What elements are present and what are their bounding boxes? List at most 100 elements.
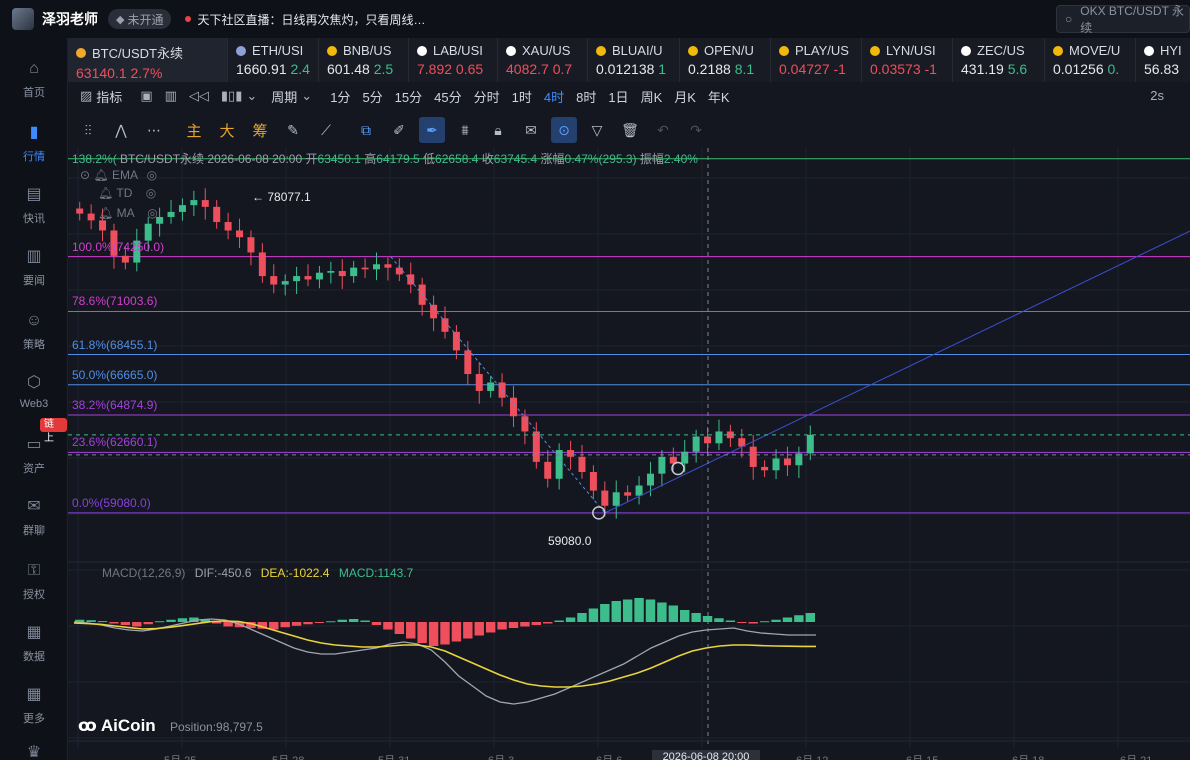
eye-icon[interactable]: ◎: [146, 186, 156, 200]
timeframe-1日[interactable]: 1日: [608, 87, 628, 106]
period-dropdown[interactable]: 周期: [271, 87, 297, 106]
macd-bar: [725, 620, 736, 622]
chart-canvas[interactable]: [68, 148, 1190, 760]
ticker-tab[interactable]: XAU/US 4082.7 0.7: [498, 38, 588, 82]
timeframe-45分[interactable]: 45分: [434, 87, 461, 106]
macd-bar: [748, 622, 758, 624]
sidebar-item-6[interactable]: ▭ 资产: [0, 428, 68, 484]
timeframe-4时[interactable]: 4时: [544, 87, 564, 106]
macd-bar: [645, 599, 656, 622]
screenshot-icon[interactable]: ▣: [140, 88, 152, 104]
macd-bar: [759, 621, 770, 623]
sidebar-item-5[interactable]: ⬡ Web3: [0, 366, 68, 422]
avatar[interactable]: [12, 8, 34, 30]
sidebar-item-11[interactable]: ♛VIP: [0, 736, 68, 760]
ticker-tab[interactable]: BLUAI/U 0.012138 1: [588, 38, 680, 82]
timeframe-月K[interactable]: 月K: [674, 87, 696, 106]
indicator-ma[interactable]: 🔔︎ MA ◎: [98, 206, 158, 220]
user-name[interactable]: 泽羽老师: [42, 9, 98, 29]
ticker-tab[interactable]: MOVE/U 0.01256 0.: [1045, 38, 1136, 82]
ticker-tab[interactable]: BTC/USDT永续 63140.1 2.7%: [68, 38, 228, 82]
ticker-tab[interactable]: HYI 56.83: [1136, 38, 1190, 82]
candle-type-icon[interactable]: ▮▯▮: [221, 88, 242, 104]
eye-icon[interactable]: ◎: [147, 168, 157, 182]
edit-indicator-icon[interactable]: ✎: [280, 117, 306, 143]
sidebar-item-7[interactable]: ✉ 群聊: [0, 490, 68, 546]
ticker-tab[interactable]: LAB/USI 7.892 0.65: [409, 38, 498, 82]
macd-bar: [120, 622, 131, 625]
sidebar-item-1[interactable]: ▮ 行情: [0, 116, 68, 172]
magnet-icon[interactable]: ⊙: [551, 117, 577, 143]
live-broadcast-text[interactable]: 天下社区直播：日线再次焦灼，只看周线…: [197, 11, 425, 28]
indicator-button[interactable]: 指标: [96, 87, 122, 106]
timeframe-5分[interactable]: 5分: [362, 87, 382, 106]
main-button[interactable]: 主: [181, 117, 207, 143]
timeframe-周K[interactable]: 周K: [641, 87, 663, 106]
ticker-tab[interactable]: PLAY/US 0.04727 -1: [771, 38, 862, 82]
market-icon: ▮: [29, 124, 39, 141]
candle-body: [395, 267, 403, 275]
x-axis-label: 6月 6: [596, 752, 622, 760]
timeframe-1分[interactable]: 1分: [330, 87, 350, 106]
big-button[interactable]: 大: [214, 117, 240, 143]
mountain-icon[interactable]: ⋀: [108, 117, 134, 143]
timeframe-8时[interactable]: 8时: [576, 87, 596, 106]
timeframe-15分[interactable]: 15分: [395, 87, 422, 106]
candle-body: [430, 304, 438, 319]
timeframe-1时[interactable]: 1时: [512, 87, 532, 106]
chevron-down-icon[interactable]: ⌄: [246, 88, 257, 104]
timeframe-分时[interactable]: 分时: [474, 87, 500, 106]
ruler-icon[interactable]: ✐: [386, 117, 412, 143]
filter-icon[interactable]: ▽: [584, 117, 610, 143]
sidebar-item-0[interactable]: ⌂ 首页: [0, 52, 68, 108]
candle-body: [464, 350, 472, 375]
candle-body: [646, 473, 654, 486]
indicator-ema[interactable]: ⊙ 🔔︎ EMA ◎: [80, 168, 157, 182]
rewind-icon[interactable]: ◁◁: [189, 88, 209, 104]
draw-line-icon[interactable]: ⟋: [313, 117, 339, 143]
refresh-interval[interactable]: 2s: [1150, 88, 1164, 103]
candle-body: [224, 222, 232, 231]
fib-level-label: 23.6%(62660.1): [72, 435, 158, 450]
coin-icon: [506, 45, 516, 56]
sidebar-item-4[interactable]: ☺ 策略: [0, 304, 68, 360]
fib-tool-icon[interactable]: ⩩: [452, 117, 478, 143]
eye-icon[interactable]: ◎: [147, 206, 157, 220]
ticker-price: 431.19 5.6: [961, 61, 1044, 77]
sidebar-item-3[interactable]: ▥ 要闻: [0, 240, 68, 296]
candle-body: [270, 276, 278, 285]
chip-button[interactable]: 筹: [247, 117, 273, 143]
ticker-tab[interactable]: LYN/USI 0.03573 -1: [862, 38, 953, 82]
period-chevron-icon[interactable]: ⌄: [301, 88, 312, 104]
sidebar-item-9[interactable]: ▦ 数据: [0, 616, 68, 672]
ticker-name-text: BLUAI/U: [612, 43, 663, 58]
sidebar-item-10[interactable]: ▦ 更多: [0, 678, 68, 734]
candle-style-icon[interactable]: ⫶⫶: [75, 117, 101, 143]
more-icon[interactable]: ⋯: [141, 117, 167, 143]
redo-icon[interactable]: ↷: [683, 117, 709, 143]
indicator-td[interactable]: 🔔︎ TD ◎: [98, 186, 156, 200]
timeframe-年K[interactable]: 年K: [708, 87, 730, 106]
x-axis-label: 6月 21: [1120, 752, 1152, 760]
sidebar-item-2[interactable]: ▤ 快讯: [0, 178, 68, 234]
undo-icon[interactable]: ↶: [650, 117, 676, 143]
ticker-tab[interactable]: ZEC/US 431.19 5.6: [953, 38, 1045, 82]
draw-tools-icon[interactable]: ⧉: [353, 117, 379, 143]
lock-icon[interactable]: 🔒︎: [485, 117, 511, 143]
alert-edit-icon[interactable]: ✉: [518, 117, 544, 143]
ticker-name-text: XAU/US: [522, 43, 571, 58]
chart-area[interactable]: 138.2%( BTC/USDT永续 2026-06-08 20:00 开634…: [68, 148, 1190, 760]
sidebar-item-8[interactable]: ⚿ 授权: [0, 554, 68, 610]
search-box[interactable]: ○ OKX BTC/USDT 永续: [1056, 4, 1190, 35]
coin-icon: [688, 45, 698, 56]
sidebar-item-label: 快讯: [23, 213, 45, 225]
ticker-tab[interactable]: OPEN/U 0.2188 8.1: [680, 38, 771, 82]
member-badge[interactable]: ◆ 未开通: [108, 9, 172, 29]
ticker-tab[interactable]: BNB/US 601.48 2.5: [319, 38, 409, 82]
delete-icon[interactable]: 🗑︎: [617, 117, 643, 143]
ticker-price: 0.01256 0.: [1053, 61, 1135, 77]
layout-icon[interactable]: ▥: [165, 88, 177, 104]
pen-icon[interactable]: ✒: [419, 117, 445, 143]
ticker-tab[interactable]: ETH/USI 1660.91 2.4: [228, 38, 319, 82]
chart-toolbar: ▨ 指标 ▣ ▥ ◁◁ ▮▯▮ ⌄ 周期 ⌄ 1分 5分 15分 45分 分时 1时 4时 8…: [68, 82, 1190, 110]
